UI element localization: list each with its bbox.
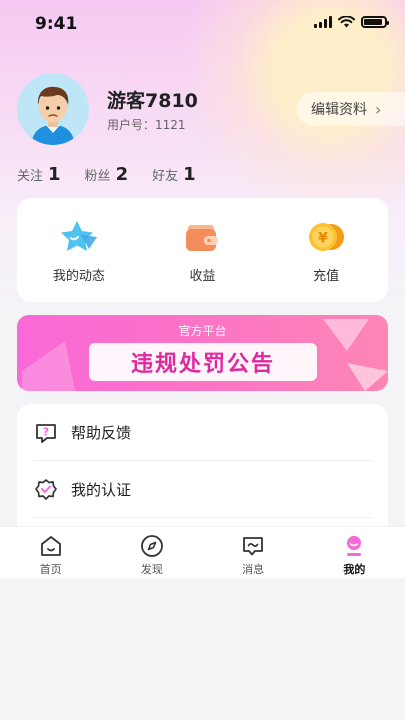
star-icon [59,217,99,257]
battery-icon [361,16,389,28]
status-bar: 9:41 [0,0,405,48]
wifi-icon [338,16,355,28]
chevron-right-icon: › [375,99,382,119]
menu-list: ? 帮助反馈 我的认证 [17,404,388,544]
avatar[interactable] [17,73,89,145]
compass-icon [139,533,165,559]
edit-profile-label: 编辑资料 [311,102,367,118]
stat-value: 1 [183,164,196,185]
verified-badge-icon [33,477,59,503]
edit-profile-button[interactable]: 编辑资料 › [297,92,405,126]
signal-icon [314,16,332,28]
stat-label: 粉丝 [84,169,111,184]
announcement-banner[interactable]: 官方平台 违规处罚公告 [17,315,388,391]
tab-home[interactable]: 首页 [1,527,101,578]
tab-label: 首页 [39,563,62,576]
menu-label: 帮助反馈 [71,424,132,442]
tab-label: 发现 [140,563,163,576]
profile-icon [341,533,367,559]
action-recharge[interactable]: ¥ 充值 [276,217,376,284]
tab-profile[interactable]: 我的 [304,527,404,578]
stat-value: 1 [48,164,61,185]
message-icon [240,533,266,559]
tab-label: 消息 [242,563,265,576]
stat-friends[interactable]: 好友 1 [152,164,196,185]
stat-label: 关注 [17,169,44,184]
action-earnings[interactable]: 收益 [152,217,252,284]
status-time: 9:41 [35,14,78,34]
follow-stats: 关注 1 粉丝 2 好友 1 [17,164,196,185]
banner-title: 违规处罚公告 [130,352,275,377]
help-chat-icon: ? [33,420,59,446]
username: 游客7810 [107,90,198,112]
stat-following[interactable]: 关注 1 [17,164,61,185]
bottom-tab-bar: 首页 发现 消息 我的 [0,526,405,578]
stat-fans[interactable]: 粉丝 2 [85,164,129,185]
action-label: 充值 [313,268,340,284]
wallet-icon [182,217,222,257]
action-label: 收益 [189,268,216,284]
tab-discover[interactable]: 发现 [102,527,202,578]
menu-item-verification[interactable]: 我的认证 [17,461,388,518]
action-label: 我的动态 [52,268,105,284]
svg-text:?: ? [43,425,49,438]
home-icon [38,533,64,559]
status-icons [314,16,389,28]
menu-item-help-feedback[interactable]: ? 帮助反馈 [17,404,388,461]
coin-icon: ¥ [306,217,346,257]
banner-subtitle: 官方平台 [178,324,227,338]
menu-label: 我的认证 [71,481,132,499]
stat-label: 好友 [152,169,179,184]
tab-messages[interactable]: 消息 [203,527,303,578]
quick-actions-card: 我的动态 收益 ¥ 充值 [17,198,388,302]
avatar-illustration [17,73,89,145]
user-id: 用户号：1121 [107,118,186,132]
banner-title-box: 违规处罚公告 [89,343,317,381]
tab-label: 我的 [343,563,366,576]
svg-text:¥: ¥ [318,230,328,246]
action-my-posts[interactable]: 我的动态 [29,217,129,284]
stat-value: 2 [115,164,129,185]
